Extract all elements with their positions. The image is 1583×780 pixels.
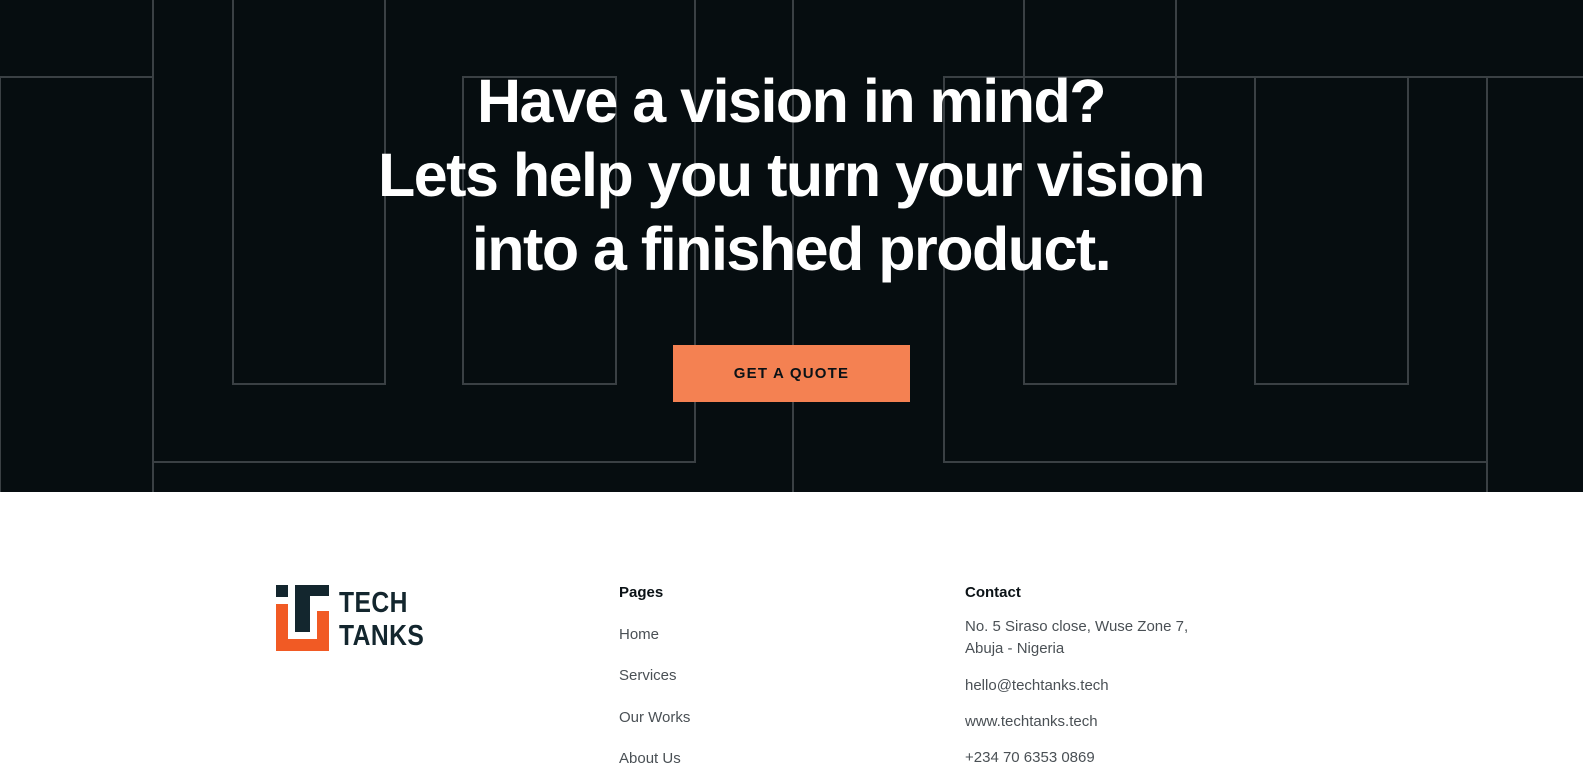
site-footer: TECH TANKS Pages Home Services Our Works… bbox=[0, 492, 1583, 780]
contact-address: No. 5 Siraso close, Wuse Zone 7, Abuja -… bbox=[965, 616, 1188, 660]
footer-link-our-works[interactable]: Our Works bbox=[619, 709, 690, 726]
cta-hero-section: Have a vision in mind? Lets help you tur… bbox=[0, 0, 1583, 492]
pages-heading: Pages bbox=[619, 584, 664, 601]
footer-link-home[interactable]: Home bbox=[619, 626, 659, 643]
hero-heading-line: Lets help you turn your vision bbox=[377, 141, 1206, 209]
logo-word-tanks: TANKS bbox=[339, 620, 425, 652]
logo-word-tech: TECH bbox=[339, 587, 408, 619]
tech-tanks-logo[interactable]: TECH TANKS bbox=[276, 585, 426, 655]
footer-link-services[interactable]: Services bbox=[619, 667, 677, 684]
contact-website-link[interactable]: www.techtanks.tech bbox=[965, 711, 1098, 733]
contact-phone-link[interactable]: +234 70 6353 0869 bbox=[965, 747, 1095, 769]
get-a-quote-button[interactable]: GET A QUOTE bbox=[673, 345, 910, 402]
address-line: Abuja - Nigeria bbox=[965, 640, 1065, 657]
logo-mark-icon bbox=[276, 585, 329, 651]
hero-heading-line: Have a vision in mind? bbox=[477, 67, 1107, 135]
hero-heading-line: into a finished product. bbox=[471, 215, 1112, 283]
hero-heading: Have a vision in mind? Lets help you tur… bbox=[291, 64, 1291, 286]
pattern-rect bbox=[1486, 76, 1583, 492]
contact-email-link[interactable]: hello@techtanks.tech bbox=[965, 675, 1109, 697]
footer-link-about-us[interactable]: About Us bbox=[619, 750, 681, 767]
pattern-rect bbox=[0, 76, 154, 492]
contact-heading: Contact bbox=[965, 584, 1021, 601]
logo-wordmark: TECH TANKS bbox=[339, 587, 424, 653]
address-line: No. 5 Siraso close, Wuse Zone 7, bbox=[965, 618, 1189, 635]
